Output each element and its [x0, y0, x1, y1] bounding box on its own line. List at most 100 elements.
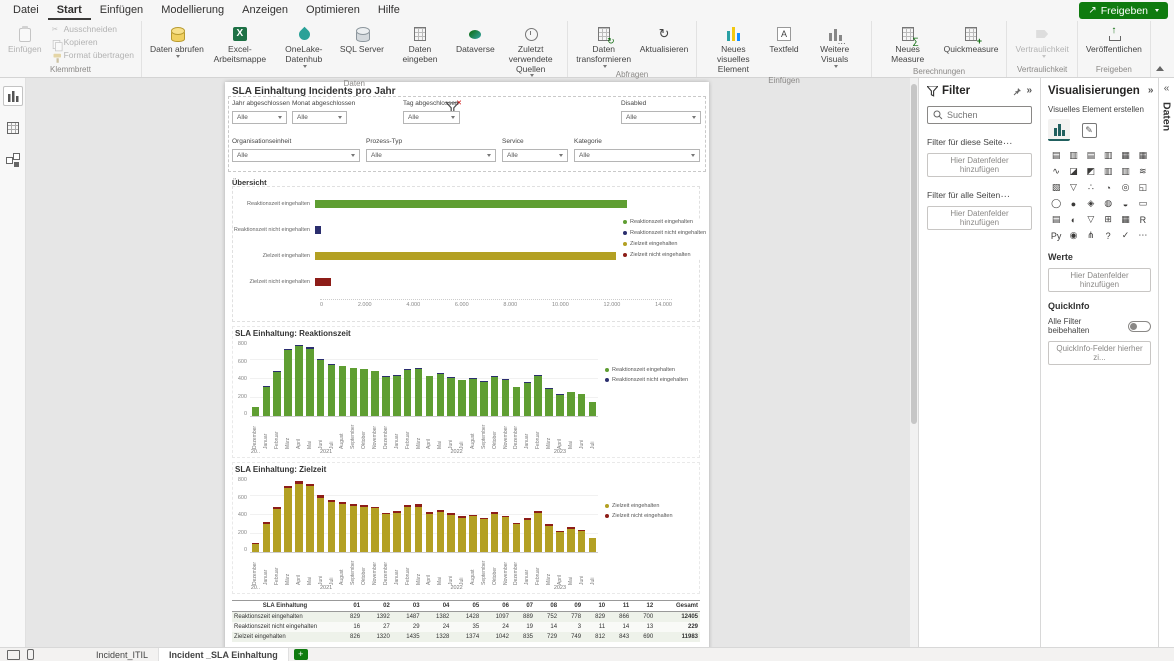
page-tab-incident-itil[interactable]: Incident_ITIL [86, 648, 159, 661]
table-icon[interactable]: ⊞ [1100, 212, 1116, 227]
menu-tab-optimieren[interactable]: Optimieren [297, 1, 369, 20]
textfeld-button[interactable]: Textfeld [766, 23, 801, 55]
matrix-icon[interactable]: ▦ [1117, 212, 1133, 227]
filter-search-input[interactable] [947, 110, 1026, 120]
mobile-layout-icon[interactable] [27, 649, 34, 660]
bar[interactable] [426, 341, 433, 416]
page-filters-dropzone[interactable]: Hier Datenfelder hinzufügen [927, 153, 1032, 177]
menu-tab-hilfe[interactable]: Hilfe [369, 1, 409, 20]
bar[interactable] [480, 341, 487, 416]
bar[interactable] [502, 341, 509, 416]
slicer-dropdown-disabled[interactable]: Alle [621, 111, 701, 124]
slicer-dropdown-organisationseinheit[interactable]: Alle [232, 149, 360, 162]
collapse-viz-pane-icon[interactable]: » [1148, 86, 1154, 96]
donut-chart-icon[interactable]: ◎ [1117, 180, 1133, 195]
bar[interactable] [273, 341, 280, 416]
menu-tab-anzeigen[interactable]: Anzeigen [233, 1, 297, 20]
bar[interactable] [545, 341, 552, 416]
bar[interactable] [458, 477, 465, 552]
bar[interactable] [534, 477, 541, 552]
more-options-icon[interactable]: … [1003, 137, 1013, 147]
zuletzt-verwendete-quellen-button[interactable]: Zuletzt verwendete Quellen [500, 23, 562, 77]
treemap-icon[interactable]: ◱ [1135, 180, 1151, 195]
vertraulichkeit-button[interactable]: Vertraulichkeit [1012, 23, 1071, 58]
slicer-icon[interactable]: ▽ [1083, 212, 1099, 227]
bar[interactable] [328, 477, 335, 552]
key-influencers-icon[interactable]: ◉ [1065, 228, 1081, 243]
bar[interactable] [252, 341, 259, 416]
bar[interactable] [567, 477, 574, 552]
collapse-filter-pane-icon[interactable]: » [1026, 86, 1032, 96]
map-icon[interactable]: ◯ [1048, 196, 1064, 211]
bar[interactable] [415, 477, 422, 552]
bar[interactable] [284, 477, 291, 552]
bar[interactable] [404, 341, 411, 416]
r-script-icon[interactable]: R [1135, 212, 1151, 227]
report-page[interactable]: SLA Einhaltung Incidents pro Jahr ✕ Über… [225, 82, 709, 647]
bar[interactable] [447, 477, 454, 552]
build-visual-tab[interactable] [1048, 119, 1070, 141]
scatter-chart-icon[interactable]: ∴ [1083, 180, 1099, 195]
bar[interactable] [306, 477, 313, 552]
page-tab-incident-sla-einhaltung[interactable]: Incident _SLA Einhaltung [159, 648, 289, 661]
menu-tab-einf-gen[interactable]: Einfügen [91, 1, 152, 20]
more-options-icon[interactable]: … [1000, 190, 1010, 200]
bar[interactable] [315, 278, 331, 286]
desktop-layout-icon[interactable] [7, 650, 20, 660]
daten-eingeben-button[interactable]: Daten eingeben [389, 23, 451, 65]
bar[interactable] [284, 341, 291, 416]
daten-transformieren-button[interactable]: Daten transformieren [573, 23, 635, 68]
kpi-icon[interactable]: ◐ [1065, 212, 1081, 227]
bar[interactable] [382, 341, 389, 416]
menu-tab-start[interactable]: Start [48, 1, 91, 20]
einf-gen-button[interactable]: Einfügen [5, 23, 45, 55]
slicer-dropdown-jahr-abgeschlossen[interactable]: Alle [232, 111, 287, 124]
bar[interactable] [578, 341, 585, 416]
100-stacked-column-chart-icon[interactable]: ▦ [1135, 148, 1151, 163]
bar[interactable] [556, 341, 563, 416]
bar[interactable] [589, 477, 596, 552]
new-page-button[interactable]: + [294, 649, 308, 660]
bar[interactable] [534, 341, 541, 416]
bar[interactable] [328, 341, 335, 416]
slicer-dropdown-kategorie[interactable]: Alle [574, 149, 700, 162]
bar[interactable] [502, 477, 509, 552]
pin-pane-icon[interactable] [1013, 87, 1022, 96]
bar[interactable] [437, 477, 444, 552]
slicer-dropdown-service[interactable]: Alle [502, 149, 568, 162]
bar[interactable] [491, 477, 498, 552]
pie-chart-icon[interactable]: ◔ [1100, 180, 1116, 195]
bar[interactable] [393, 477, 400, 552]
area-chart-icon[interactable]: ◪ [1065, 164, 1081, 179]
bar[interactable] [589, 341, 596, 416]
neues-visuelles-element-button[interactable]: Neues visuelles Element [702, 23, 764, 74]
bar[interactable] [371, 477, 378, 552]
quickinfo-dropzone[interactable]: QuickInfo-Felder hierher zi... [1048, 341, 1151, 365]
excel-arbeitsmappe-button[interactable]: Excel-Arbeitsmappe [209, 23, 271, 65]
weitere-visuals-button[interactable]: Weitere Visuals [804, 23, 866, 68]
bar[interactable] [306, 341, 313, 416]
bar[interactable] [567, 341, 574, 416]
bar[interactable] [556, 477, 563, 552]
bar[interactable] [350, 341, 357, 416]
bar[interactable] [513, 341, 520, 416]
slicer-dropdown-prozess-typ[interactable]: Alle [366, 149, 496, 162]
bar[interactable] [491, 341, 498, 416]
metrics-icon[interactable]: ✓ [1117, 228, 1133, 243]
bar[interactable] [480, 477, 487, 552]
bar[interactable] [315, 200, 627, 208]
report-canvas[interactable]: SLA Einhaltung Incidents pro Jahr ✕ Über… [26, 78, 910, 647]
aktualisieren-button[interactable]: Aktualisieren [637, 23, 692, 55]
bar[interactable] [263, 341, 270, 416]
bar[interactable] [545, 477, 552, 552]
kopieren-button[interactable]: Kopieren [47, 37, 136, 49]
bar[interactable] [578, 477, 585, 552]
bar[interactable] [524, 477, 531, 552]
bar[interactable] [295, 341, 302, 416]
ribbon-chart-icon[interactable]: ≋ [1135, 164, 1151, 179]
report-view-button[interactable] [3, 86, 23, 106]
stacked-bar-chart-icon[interactable]: ▤ [1048, 148, 1064, 163]
scrollbar-thumb[interactable] [911, 84, 917, 424]
format-visual-tab[interactable]: ✎ [1078, 119, 1100, 141]
bar[interactable] [469, 477, 476, 552]
